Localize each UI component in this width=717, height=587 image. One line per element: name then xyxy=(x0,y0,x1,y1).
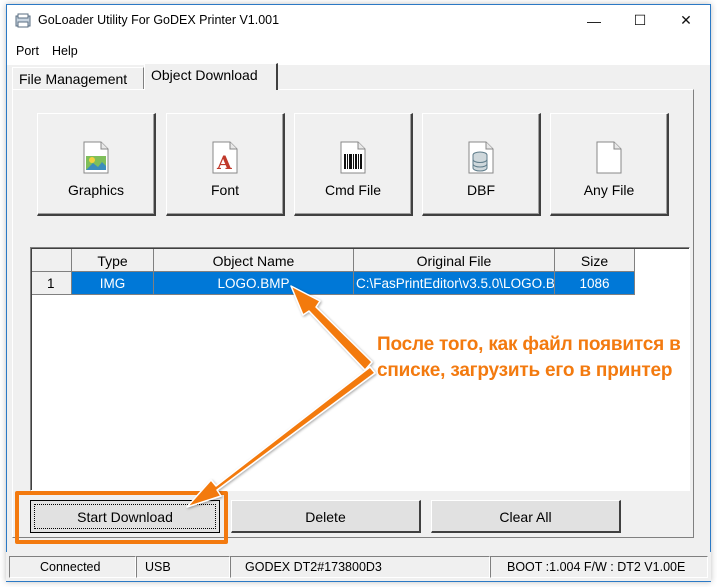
window-title: GoLoader Utility For GoDEX Printer V1.00… xyxy=(38,13,280,27)
app-icon xyxy=(15,13,31,28)
minimize-button[interactable]: — xyxy=(571,5,617,36)
menu-port[interactable]: Port xyxy=(16,44,39,58)
database-file-icon xyxy=(468,141,494,174)
clear-all-button[interactable]: Clear All xyxy=(431,500,621,533)
column-header-original-file[interactable]: Original File xyxy=(354,249,555,272)
cell-object-name[interactable]: LOGO.BMP xyxy=(154,272,354,295)
barcode-file-icon xyxy=(340,141,366,174)
row-number[interactable]: 1 xyxy=(32,272,72,295)
tab-object-download[interactable]: Object Download xyxy=(144,63,278,90)
image-file-icon xyxy=(83,141,109,174)
font-file-icon: A xyxy=(212,141,238,174)
svg-text:A: A xyxy=(216,152,232,174)
menu-help[interactable]: Help xyxy=(52,44,78,58)
cell-original-file[interactable]: C:\FasPrintEditor\v3.5.0\LOGO.BMP xyxy=(354,272,555,295)
font-button[interactable]: A Font xyxy=(166,113,285,216)
any-file-label: Any File xyxy=(583,182,635,198)
cmd-file-button[interactable]: Cmd File xyxy=(294,113,413,216)
cell-type[interactable]: IMG xyxy=(72,272,154,295)
column-header-type[interactable]: Type xyxy=(72,249,154,272)
header-corner xyxy=(32,249,72,272)
cmd-file-label: Cmd File xyxy=(324,182,381,198)
font-label: Font xyxy=(210,182,239,198)
cell-size[interactable]: 1086 xyxy=(555,272,635,295)
column-header-object-name[interactable]: Object Name xyxy=(154,249,354,272)
dbf-button[interactable]: DBF xyxy=(422,113,541,216)
annotation-highlight-box xyxy=(15,491,228,544)
blank-file-icon xyxy=(596,141,622,174)
graphics-button[interactable]: Graphics xyxy=(37,113,156,216)
column-header-size[interactable]: Size xyxy=(555,249,635,272)
tab-file-management[interactable]: File Management xyxy=(12,67,144,89)
dbf-label: DBF xyxy=(467,182,495,198)
annotation-text: После того, как файл появится в списке, … xyxy=(377,334,681,381)
delete-button[interactable]: Delete xyxy=(231,500,421,533)
any-file-button[interactable]: Any File xyxy=(550,113,669,216)
menu-bar: Port Help xyxy=(7,36,710,65)
title-bar[interactable]: GoLoader Utility For GoDEX Printer V1.00… xyxy=(7,5,710,36)
close-button[interactable]: ✕ xyxy=(663,5,709,36)
maximize-button[interactable]: ☐ xyxy=(617,5,663,36)
graphics-label: Graphics xyxy=(67,182,125,198)
